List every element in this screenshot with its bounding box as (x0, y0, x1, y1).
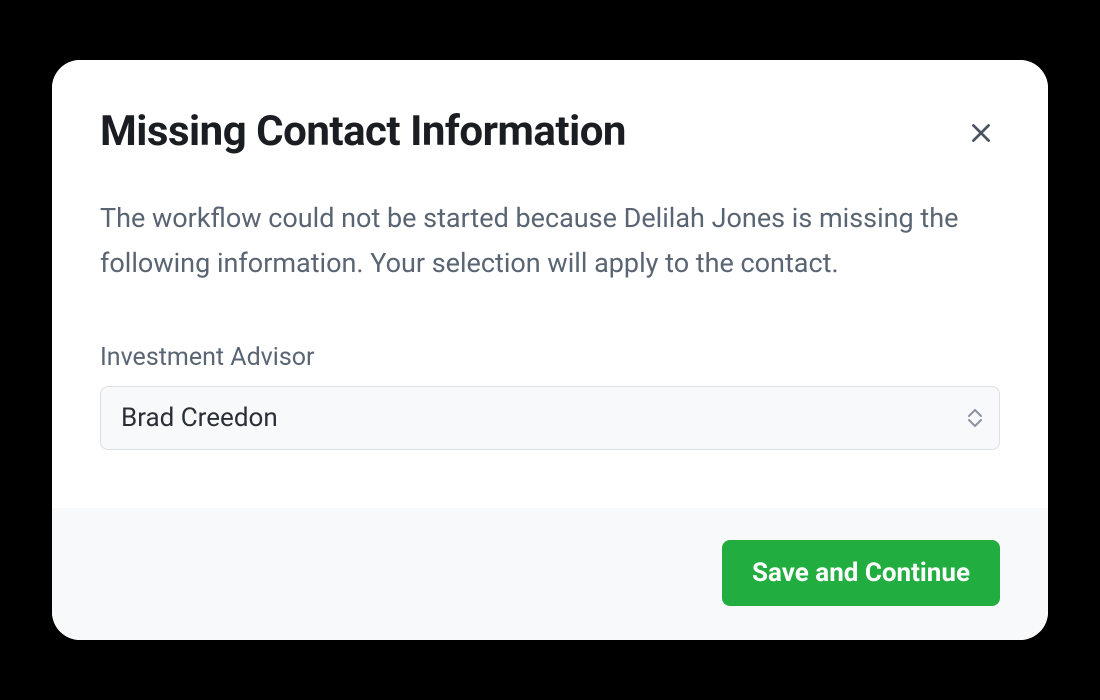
modal-footer: Save and Continue (52, 508, 1048, 640)
close-icon (968, 120, 994, 146)
close-button[interactable] (962, 114, 1000, 152)
modal-body: Missing Contact Information The workflow… (52, 60, 1048, 508)
save-and-continue-button[interactable]: Save and Continue (722, 540, 1000, 606)
advisor-select-wrapper: Brad Creedon (100, 386, 1000, 450)
missing-contact-modal: Missing Contact Information The workflow… (52, 60, 1048, 640)
modal-title: Missing Contact Information (100, 108, 626, 156)
advisor-select[interactable]: Brad Creedon (100, 386, 1000, 450)
modal-description: The workflow could not be started becaus… (100, 196, 1000, 285)
advisor-field-label: Investment Advisor (100, 343, 1000, 372)
modal-header: Missing Contact Information (100, 108, 1000, 156)
